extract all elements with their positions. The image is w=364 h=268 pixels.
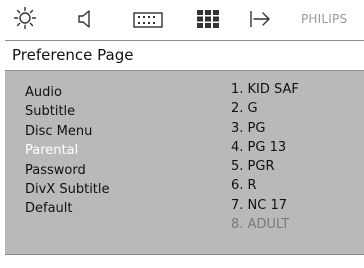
option-adult[interactable]: 8. ADULT (231, 215, 299, 234)
option-pg[interactable]: 3. PG (231, 119, 299, 138)
exit-icon[interactable] (250, 10, 272, 28)
menu-item-parental[interactable]: Parental (25, 141, 110, 160)
option-nc-17[interactable]: 7. NC 17 (231, 196, 299, 215)
preference-menu: Audio Subtitle Disc Menu Parental Passwo… (25, 83, 110, 219)
menu-item-audio[interactable]: Audio (25, 83, 110, 102)
audio-icon[interactable] (76, 9, 96, 29)
page-title: Preference Page (12, 46, 134, 64)
toolbar: PHILIPS (0, 0, 364, 38)
menu-item-disc-menu[interactable]: Disc Menu (25, 122, 110, 141)
preference-panel: Audio Subtitle Disc Menu Parental Passwo… (5, 71, 364, 254)
menu-item-default[interactable]: Default (25, 199, 110, 218)
brand-logo: PHILIPS (301, 12, 348, 26)
settings-icon[interactable] (13, 6, 37, 30)
menu-item-subtitle[interactable]: Subtitle (25, 102, 110, 121)
menu-item-divx-subtitle[interactable]: DivX Subtitle (25, 180, 110, 199)
display-icon[interactable] (133, 12, 163, 28)
option-r[interactable]: 6. R (231, 176, 299, 195)
menu-item-password[interactable]: Password (25, 161, 110, 180)
option-g[interactable]: 2. G (231, 99, 299, 118)
divider (5, 254, 364, 255)
grid-icon[interactable] (197, 10, 219, 28)
option-pg-13[interactable]: 4. PG 13 (231, 138, 299, 157)
parental-options: 1. KID SAF 2. G 3. PG 4. PG 13 5. PGR 6.… (231, 80, 299, 234)
option-pgr[interactable]: 5. PGR (231, 157, 299, 176)
option-kid-safe[interactable]: 1. KID SAF (231, 80, 299, 99)
title-bar: Preference Page (5, 40, 364, 71)
